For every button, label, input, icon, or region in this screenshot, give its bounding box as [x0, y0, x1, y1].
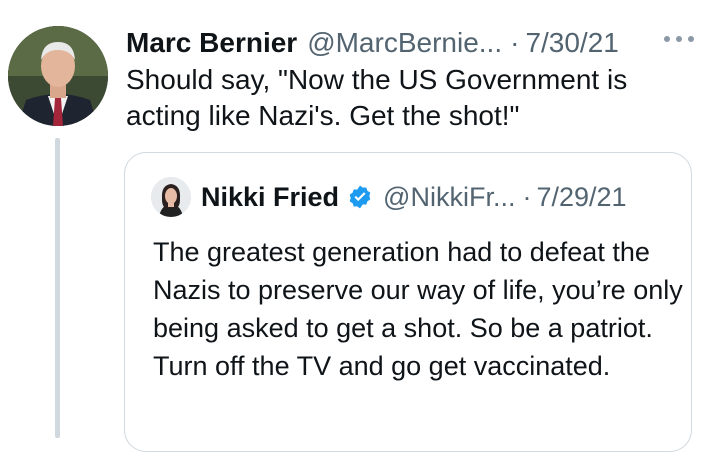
quoted-tweet-card[interactable]: Nikki Fried @NikkiFr... · 7/29/21 The gr… [124, 152, 692, 452]
quoted-avatar-image [151, 177, 191, 217]
quoted-author-avatar[interactable] [151, 177, 191, 217]
ellipsis-dot [688, 36, 694, 42]
quoted-tweet-text: The greatest generation had to defeat th… [153, 237, 683, 381]
author-handle[interactable]: @MarcBernie... [307, 26, 502, 60]
quoted-header-separator: · [522, 182, 532, 212]
ellipsis-dot [664, 36, 670, 42]
author-avatar[interactable] [8, 26, 108, 126]
tweet[interactable]: Marc Bernier @MarcBernie... · 7/30/21 Sh… [0, 0, 725, 452]
quoted-tweet-header: Nikki Fried @NikkiFr... · 7/29/21 [201, 180, 627, 214]
ellipsis-dot [676, 36, 682, 42]
ellipsis-icon[interactable] [664, 34, 694, 44]
quoted-tweet-timestamp[interactable]: 7/29/21 [536, 180, 626, 214]
quoted-author-handle[interactable]: @NikkiFr... [383, 180, 515, 214]
tweet-timestamp[interactable]: 7/30/21 [525, 26, 618, 60]
author-name[interactable]: Marc Bernier [126, 26, 297, 60]
quoted-author-name[interactable]: Nikki Fried [201, 180, 339, 214]
tweet-text: Should say, "Now the US Government is ac… [126, 64, 628, 131]
thread-line [55, 138, 60, 438]
verified-badge-icon [347, 184, 373, 210]
tweet-header: Marc Bernier @MarcBernie... · 7/30/21 [126, 26, 619, 60]
header-separator: · [510, 27, 520, 58]
avatar-image [8, 26, 108, 126]
